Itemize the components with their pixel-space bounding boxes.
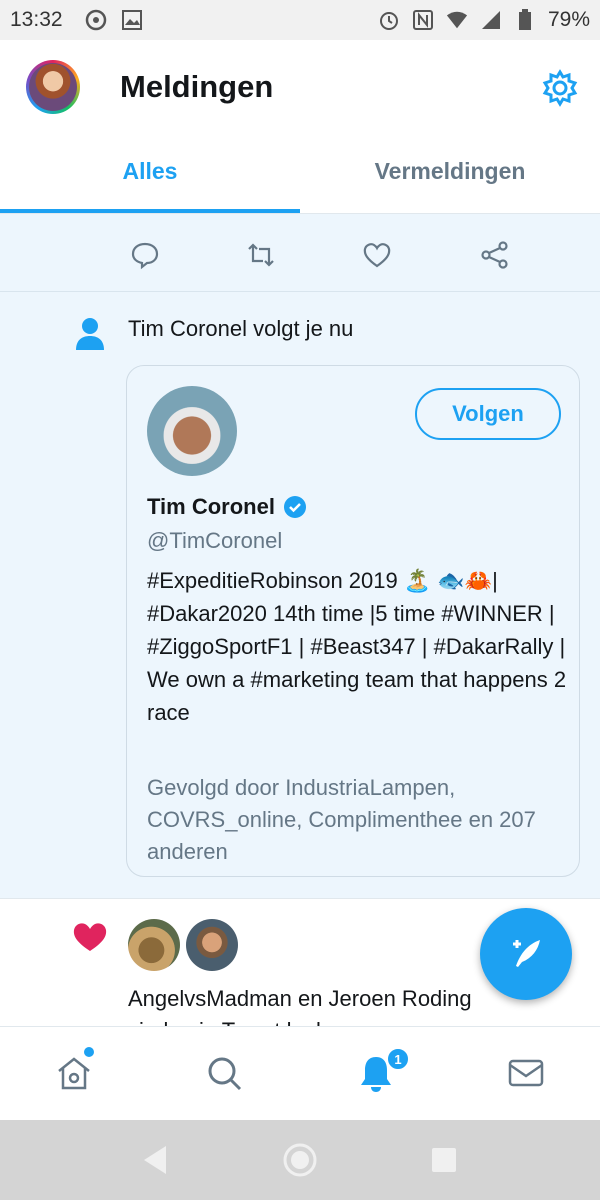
wifi-icon (446, 9, 468, 31)
retweet-icon[interactable] (246, 240, 276, 270)
heart-icon (72, 921, 108, 953)
app-header: Meldingen (0, 40, 600, 136)
liker-avatar[interactable] (128, 919, 180, 971)
signal-icon (480, 9, 502, 31)
battery-percent: 79% (547, 8, 590, 31)
page-title: Meldingen (120, 69, 274, 104)
user-bio: #ExpeditieRobinson 2019 🏝️ 🐟🦀| #Dakar202… (147, 568, 567, 725)
followed-by-text: Gevolgd door IndustriaLampen, COVRS_onli… (147, 775, 536, 864)
home-circle-icon[interactable] (282, 1142, 318, 1178)
reply-icon[interactable] (130, 240, 160, 270)
tweet-action-row (0, 214, 600, 292)
sync-icon (85, 9, 107, 31)
share-icon[interactable] (480, 240, 510, 270)
home-icon[interactable] (54, 1053, 94, 1093)
notifications-badge: 1 (386, 1047, 410, 1071)
user-name: Tim Coronel (147, 494, 307, 520)
verified-badge-icon (283, 496, 306, 518)
tab-alles[interactable]: Alles (0, 136, 300, 213)
settings-gear-icon[interactable] (540, 68, 580, 108)
alarm-icon (378, 9, 400, 31)
nfc-icon (412, 9, 434, 31)
status-bar: 13:32 79% (0, 0, 600, 40)
like-icon[interactable] (362, 240, 392, 270)
home-new-dot (84, 1047, 94, 1057)
follow-notification[interactable]: Tim Coronel volgt je nu (0, 312, 600, 352)
battery-icon (514, 9, 536, 31)
user-avatar[interactable] (147, 386, 237, 476)
system-navigation-bar (0, 1120, 600, 1200)
bottom-navigation: 1 (0, 1026, 600, 1120)
profile-avatar[interactable] (26, 60, 80, 114)
back-icon[interactable] (138, 1142, 174, 1178)
like-notification-text: AngelvsMadman en Jeroen Roding vinden je… (128, 986, 472, 1026)
user-name-text: Tim Coronel (147, 494, 275, 519)
user-card[interactable]: Volgen Tim Coronel @TimCoronel #Expediti… (126, 365, 580, 877)
user-handle: @TimCoronel (147, 528, 283, 553)
compose-tweet-button[interactable] (480, 908, 572, 1000)
liker-avatar[interactable] (186, 919, 238, 971)
compose-feather-icon (513, 940, 540, 967)
follow-notification-text: Tim Coronel volgt je nu (128, 316, 354, 341)
tab-vermeldingen[interactable]: Vermeldingen (300, 136, 600, 213)
status-time: 13:32 (10, 8, 63, 31)
follow-button[interactable]: Volgen (415, 388, 561, 440)
notification-tabs: Alles Vermeldingen (0, 136, 600, 214)
messages-mail-icon[interactable] (506, 1053, 546, 1093)
image-icon (121, 9, 143, 31)
search-icon[interactable] (204, 1053, 244, 1093)
recents-icon[interactable] (426, 1142, 462, 1178)
person-icon (74, 316, 106, 352)
